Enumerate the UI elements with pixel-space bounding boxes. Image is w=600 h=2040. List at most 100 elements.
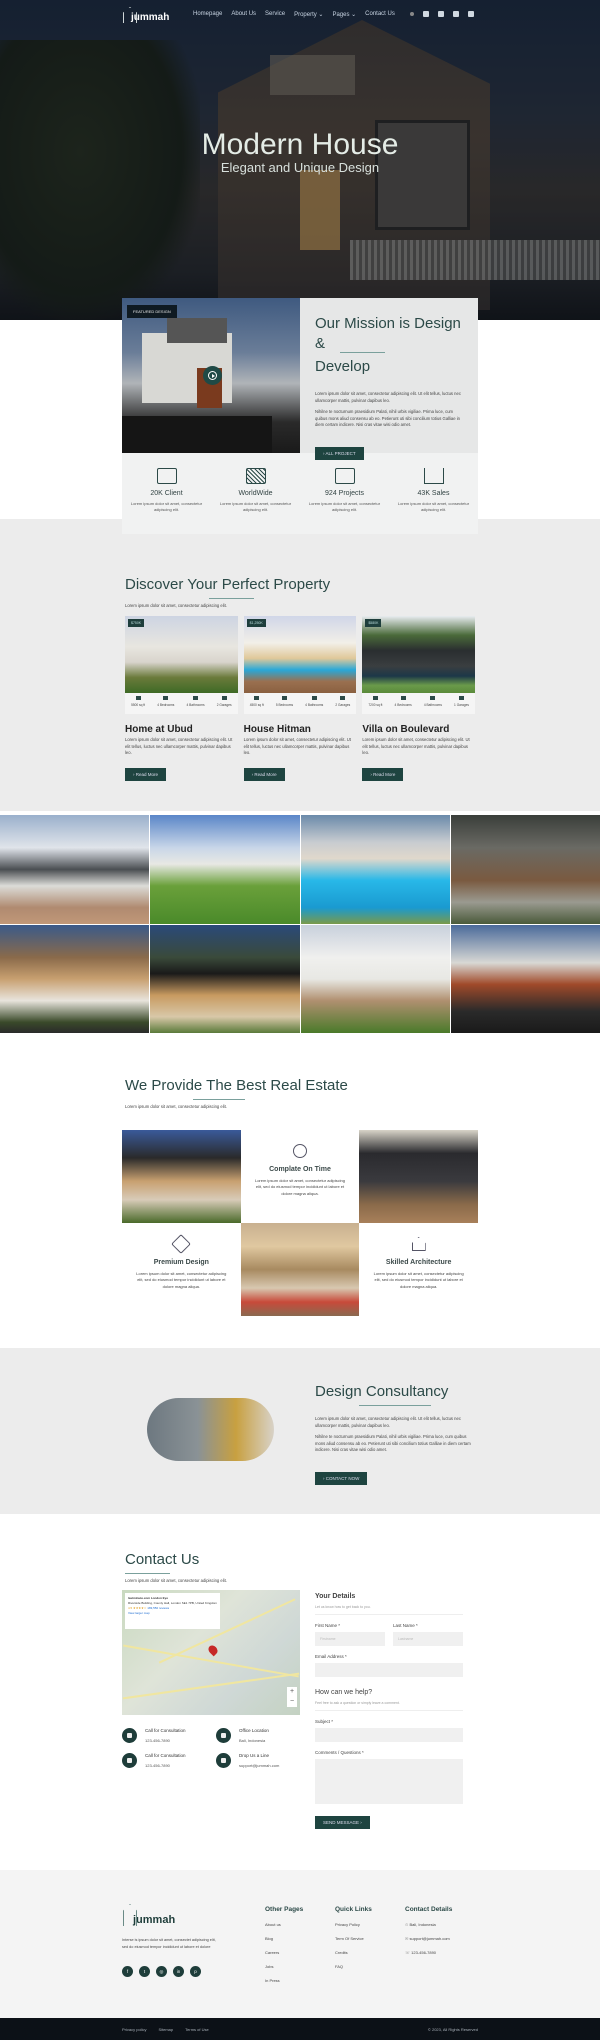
view-larger-map-link[interactable]: View larger map [128,1611,150,1615]
property-card[interactable]: $580K 7200 sq ft 4 Bedrooms 4 Bathrooms … [362,616,476,781]
logo[interactable]: jummah [123,7,169,23]
read-more-button[interactable]: › Read More [362,767,404,781]
footer-link[interactable]: Jobs [265,1964,303,1969]
gallery-image[interactable] [450,815,600,924]
baths-value: 4 Bathrooms [186,703,205,707]
zoom-in-button[interactable]: + [287,1687,297,1697]
search-icon[interactable] [410,12,414,16]
gallery-image[interactable] [300,815,450,924]
comments-textarea[interactable] [315,1759,463,1804]
gallery-image[interactable] [150,924,300,1033]
property-features: 4500 sq ft 5 Bedrooms 4 Bathrooms 2 Gara… [243,693,357,714]
bath-icon [311,696,317,700]
provide-subtitle: Lorem ipsum dolor sit amet, consectetur … [125,1104,227,1109]
nav-about-us[interactable]: About Us [231,11,256,18]
first-name-input[interactable]: Firstname [315,1632,385,1646]
title-underline [209,598,254,599]
gallery-image[interactable] [300,924,450,1033]
flickr-icon[interactable] [453,11,459,17]
pinterest-icon[interactable]: p [190,1966,201,1977]
linkedin-icon[interactable]: in [173,1966,184,1977]
footer-logo[interactable]: jummah [123,1904,175,1926]
footer-contact-item[interactable]: ✉ support@jummah.com [405,1936,452,1941]
youtube-icon[interactable] [468,11,474,17]
hero-subtitle: Elegant and Unique Design [220,160,380,175]
facebook-icon[interactable]: f [122,1966,133,1977]
form-section-title: How can we help? [315,1689,373,1696]
price-tag: $750K [128,619,145,627]
zoom-out-button[interactable]: − [287,1697,297,1707]
bed-icon [281,696,287,700]
property-name[interactable]: Villa on Boulevard [362,724,475,735]
twitter-icon[interactable]: t [139,1966,150,1977]
info-value[interactable]: support@jummah.com [239,1763,279,1768]
instagram-icon[interactable]: ◎ [156,1966,167,1977]
feature-premium-design: Premium Design Lorem ipsum dolor sit amet… [122,1223,241,1316]
beds-feature: 4 Bedrooms [157,696,174,714]
footer-contact-item[interactable]: ☏ 123-456-7890 [405,1950,452,1955]
contact-info-item: Call for Consultation 123-456-7890 [122,1728,186,1743]
embedded-map[interactable]: lastminute.com London Eye Riverside Buil… [122,1590,300,1715]
footer-link[interactable]: In Press [265,1978,303,1983]
info-label: Drop Us a Line [239,1753,270,1758]
property-card[interactable]: $750K 5500 sq ft 4 Bedrooms 4 Bathrooms … [125,616,238,781]
contact-subtitle: Lorem ipsum dolor sit amet, consectetur … [125,1578,227,1583]
read-more-button[interactable]: › Read More [125,767,167,781]
beds-feature: 4 Bedrooms [395,696,412,714]
nav-homepage[interactable]: Homepage [193,11,222,18]
envelope-icon [216,1753,231,1768]
feature-complete-on-time: Complate On Time Lorem ipsum dolor sit am… [241,1130,360,1223]
contact-info-item: Office Location Bali, Indonesia [216,1728,269,1743]
footer-link[interactable]: About us [265,1922,303,1927]
footer-link[interactable]: Privacy Policy [335,1922,372,1927]
stopwatch-icon [292,1144,307,1158]
send-message-button[interactable]: SEND MESSAGE › [315,1816,370,1829]
info-value[interactable]: 123-456-7890 [145,1763,186,1768]
footer-link[interactable]: Blog [265,1936,303,1941]
beds-value: 4 Bedrooms [394,703,412,707]
subject-input[interactable] [315,1728,463,1742]
read-more-button[interactable]: › Read More [243,767,285,781]
baths-value: 4 Bathrooms [305,703,324,707]
gallery-image[interactable] [150,815,300,924]
last-name-label: Last Name * [393,1623,418,1628]
footer-link[interactable]: Credits [335,1950,372,1955]
privacy-policy-link[interactable]: Privacy policy [122,2027,146,2032]
sitemap-link[interactable]: Sitemap [158,2027,173,2032]
info-value[interactable]: 123-456-7890 [145,1738,186,1743]
logo-house-icon [123,7,137,23]
area-icon [135,696,141,700]
gallery-image[interactable] [0,924,150,1033]
map-reviews[interactable]: 183,550 reviews [147,1606,169,1610]
email-input[interactable] [315,1663,463,1677]
baths-feature: 4 Bathrooms [305,696,323,714]
instagram-icon[interactable] [438,11,444,17]
contact-now-button[interactable]: › CONTACT NOW [315,1471,368,1485]
chart-growth-icon [423,468,444,484]
gallery-image[interactable] [450,924,600,1033]
garage-icon [340,696,346,700]
gallery-image[interactable] [0,815,150,924]
map-place-name: lastminute.com London Eye [128,1596,169,1600]
nav-property[interactable]: Property ⌄ [294,11,323,18]
footer-link[interactable]: FAQ [335,1964,372,1969]
map-road [122,1672,300,1699]
nav-pages[interactable]: Pages ⌄ [332,11,356,18]
consultancy-paragraph: Nihilne te nocturnum praesidium Palati, … [315,1434,471,1452]
property-name[interactable]: House Hitman [244,724,357,735]
property-card[interactable]: $1,250K 4500 sq ft 5 Bedrooms 4 Bathroom… [243,616,357,781]
logo-text: jummah [133,1914,176,1926]
terms-of-use-link[interactable]: Terms of Use [185,2027,209,2032]
form-section-subtitle: Let us know how to get back to you. [315,1605,463,1615]
stat-desc: Lorem ipsum dolor sit amet, consectetur … [308,501,381,512]
footer-link[interactable]: Term Of Service [335,1936,372,1941]
property-image: $580K [362,616,476,693]
property-name[interactable]: Home at Ubud [125,724,238,735]
nav-contact-us[interactable]: Contact Us [365,11,395,18]
footer-link[interactable]: Careers [265,1950,303,1955]
contact-form: Your Details Let us know how to get back… [315,1593,463,1829]
play-video-button[interactable] [203,366,222,385]
facebook-icon[interactable] [423,11,429,17]
nav-service[interactable]: Service [265,11,285,18]
last-name-input[interactable]: Lastname [393,1632,463,1646]
